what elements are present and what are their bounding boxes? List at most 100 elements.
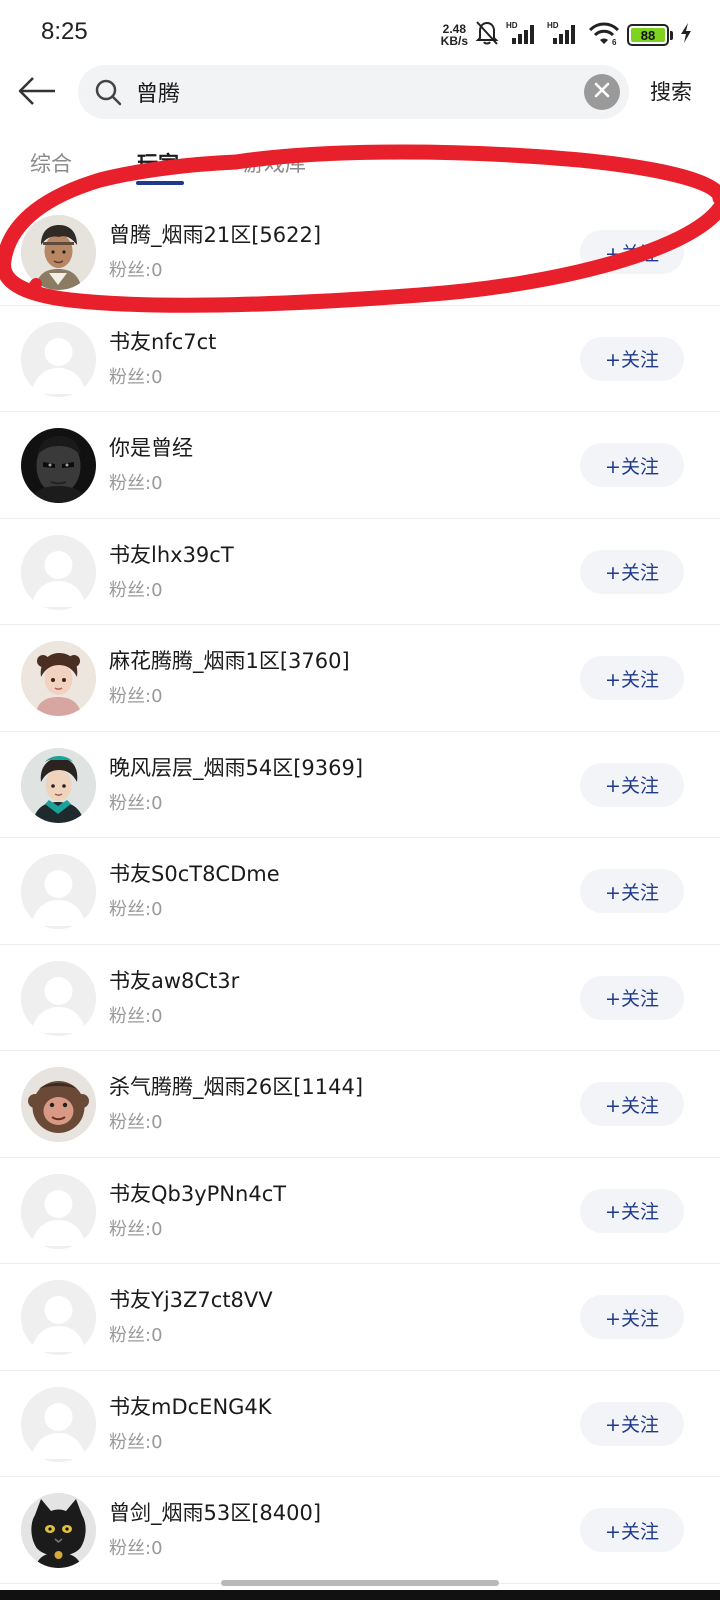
user-row[interactable]: 你是曾经粉丝:0 +关注 [0, 412, 720, 519]
user-name[interactable]: 晚风层层_烟雨54区[9369] [109, 752, 363, 782]
user-name[interactable]: 麻花腾腾_烟雨1区[3760] [109, 645, 350, 675]
follow-button[interactable]: +关注 [580, 869, 684, 913]
fans-value: 0 [151, 686, 163, 707]
user-row[interactable]: 书友aw8Ct3r 粉丝:0 +关注 [0, 945, 720, 1051]
battery-body: 88 [627, 24, 669, 46]
battery-icon: 88 [627, 24, 673, 46]
fans-label: 粉丝: [109, 1431, 152, 1453]
fans-label: 粉丝: [109, 366, 152, 388]
user-row[interactable]: 曾腾_烟雨21区[5622] 粉丝:0 +关注 [0, 199, 720, 306]
battery-level: 88 [631, 28, 665, 43]
fans-count: 粉丝:0 [109, 895, 163, 921]
user-name[interactable]: 书友lhx39cT [109, 539, 234, 569]
fans-value: 0 [151, 1325, 163, 1346]
fans-label: 粉丝: [109, 473, 152, 494]
user-row[interactable]: 书友Yj3Z7ct8VV 粉丝:0 +关注 [0, 1264, 720, 1371]
follow-button[interactable]: +关注 [580, 1295, 684, 1339]
avatar[interactable] [21, 1280, 96, 1355]
follow-button[interactable]: +关注 [580, 1188, 684, 1233]
clear-button[interactable] [584, 74, 620, 110]
follow-button[interactable]: +关注 [580, 443, 684, 487]
gesture-handle[interactable] [221, 1580, 499, 1586]
user-name[interactable]: 书友Qb3yPNn4cT [109, 1178, 286, 1208]
search-submit-button[interactable]: 搜索 [650, 76, 692, 106]
user-name[interactable]: 曾剑_烟雨53区[8400] [109, 1497, 321, 1527]
avatar[interactable] [21, 641, 96, 716]
user-name[interactable]: 书友Yj3Z7ct8VV [109, 1284, 273, 1314]
fans-count: 粉丝:0 [109, 256, 163, 282]
user-row[interactable]: 书友lhx39cT 粉丝:0 +关注 [0, 519, 720, 625]
user-row[interactable]: 书友nfc7ct 粉丝:0 +关注 [0, 306, 720, 412]
fans-value: 0 [151, 473, 163, 494]
follow-button[interactable]: +关注 [580, 1401, 684, 1446]
net-speed-unit: KB/s [440, 34, 468, 48]
avatar[interactable] [21, 747, 96, 823]
avatar[interactable] [21, 1493, 96, 1568]
fans-value: 0 [151, 1112, 163, 1133]
fans-count: 粉丝:0 [109, 1428, 163, 1454]
fans-label: 粉丝: [109, 899, 152, 920]
user-name[interactable]: 杀气腾腾_烟雨26区[1144] [109, 1071, 363, 1101]
result-tabs: 综合 玩家 游戏库 [0, 140, 720, 196]
user-row[interactable]: 书友mDcENG4K 粉丝:0 +关注 [0, 1371, 720, 1477]
signal-icon: HD [547, 20, 581, 50]
user-row[interactable]: 曾剑_烟雨53区[8400] 粉丝:0 +关注 [0, 1477, 720, 1584]
fans-value: 0 [151, 260, 163, 281]
avatar[interactable] [21, 854, 96, 929]
charging-icon [680, 22, 692, 48]
fans-value: 0 [151, 1218, 163, 1240]
user-name[interactable]: 你是曾经 [109, 432, 193, 462]
user-name[interactable]: 书友mDcENG4K [109, 1391, 272, 1421]
follow-button[interactable]: +关注 [580, 656, 684, 700]
avatar[interactable] [21, 1386, 96, 1462]
search-box[interactable] [78, 65, 629, 119]
avatar[interactable] [21, 428, 96, 503]
tab-all[interactable]: 综合 [30, 148, 72, 178]
tab-players[interactable]: 玩家 [137, 148, 179, 178]
follow-button[interactable]: +关注 [580, 975, 684, 1020]
fans-label: 粉丝: [109, 1005, 152, 1027]
avatar[interactable] [21, 534, 96, 610]
fans-value: 0 [151, 899, 163, 920]
tab-game-library[interactable]: 游戏库 [243, 148, 306, 178]
user-name[interactable]: 曾腾_烟雨21区[5622] [109, 219, 321, 249]
fans-count: 粉丝:0 [109, 1002, 163, 1028]
follow-button[interactable]: +关注 [580, 549, 684, 594]
fans-count: 粉丝:0 [109, 469, 163, 495]
avatar[interactable] [21, 215, 96, 290]
status-icons: 2.48 KB/s HD HD 6 88 [441, 20, 692, 50]
back-button[interactable] [14, 70, 60, 116]
search-icon [94, 78, 122, 110]
fans-count: 粉丝:0 [109, 1215, 163, 1241]
user-name[interactable]: 书友aw8Ct3r [109, 965, 239, 995]
avatar[interactable] [21, 321, 96, 397]
user-row[interactable]: 杀气腾腾_烟雨26区[1144] 粉丝:0 +关注 [0, 1051, 720, 1158]
search-input[interactable] [136, 65, 546, 119]
user-name[interactable]: 书友nfc7ct [109, 326, 216, 356]
follow-button[interactable]: +关注 [580, 762, 684, 807]
avatar[interactable] [21, 1067, 96, 1142]
user-name[interactable]: 书友S0cT8CDme [109, 858, 280, 888]
navigation-area [0, 1590, 720, 1600]
fans-label: 粉丝: [109, 1538, 152, 1559]
avatar[interactable] [21, 1173, 96, 1249]
user-row[interactable]: 书友S0cT8CDme 粉丝:0 +关注 [0, 838, 720, 945]
fans-label: 粉丝: [109, 1325, 152, 1346]
user-row[interactable]: 晚风层层_烟雨54区[9369] 粉丝:0 +关注 [0, 732, 720, 838]
follow-button[interactable]: +关注 [580, 1082, 684, 1126]
follow-button[interactable]: +关注 [580, 336, 684, 381]
follow-button[interactable]: +关注 [580, 230, 684, 274]
follow-button[interactable]: +关注 [580, 1508, 684, 1552]
user-row[interactable]: 麻花腾腾_烟雨1区[3760] 粉丝:0 +关注 [0, 625, 720, 732]
clear-icon [594, 82, 610, 102]
avatar[interactable] [21, 960, 96, 1036]
fans-count: 粉丝:0 [109, 1108, 163, 1134]
fans-value: 0 [151, 1431, 163, 1453]
fans-count: 粉丝:0 [109, 682, 163, 708]
user-row[interactable]: 书友Qb3yPNn4cT 粉丝:0 +关注 [0, 1158, 720, 1264]
fans-label: 粉丝: [109, 579, 152, 601]
hd-label: HD [506, 21, 518, 30]
fans-label: 粉丝: [109, 686, 152, 707]
fans-count: 粉丝:0 [109, 363, 163, 389]
wifi-label: 6 [612, 38, 617, 46]
